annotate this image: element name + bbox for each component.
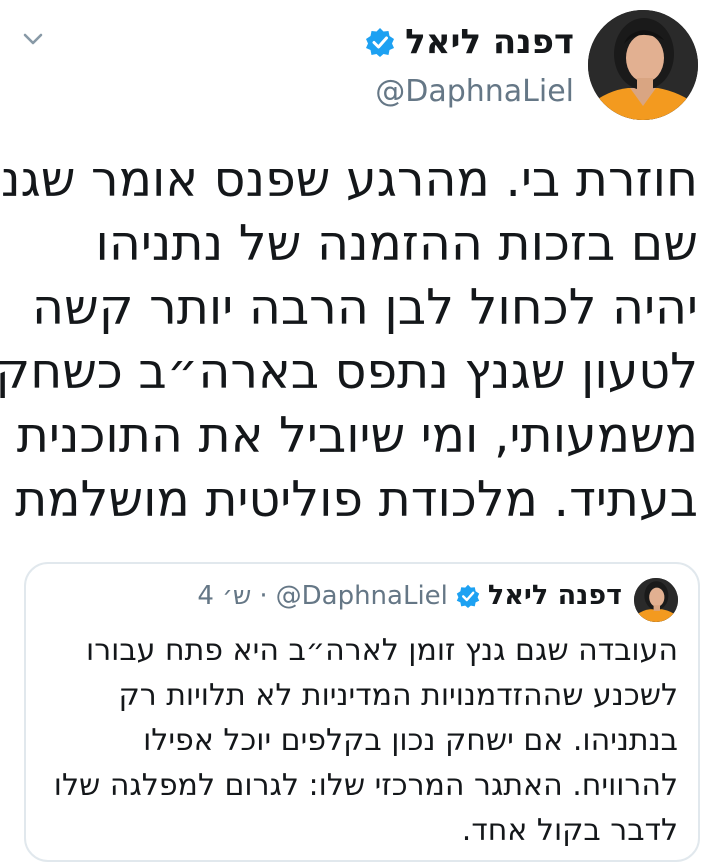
quoted-tweet[interactable]: 4 ש׳ · @DaphnaLiel דפנה ליאל העובדה שגם … [24,562,700,862]
quoted-text-line: העובדה שגם גנץ זומן לארה״ב היא פתח עבורו [86,633,678,668]
quoted-text-line: בנתניהו. אם ישחק נכון בקלפים יוכל אפילו [143,723,678,758]
verified-badge-icon [365,27,395,57]
tweet-text-line: משמעותי, ומי שיוביל את התוכנית [16,407,698,464]
tweet-text-line: חוזרת בי. מהרגע שפנס אומר שגנץ [0,151,698,208]
quoted-avatar [634,578,678,622]
avatar[interactable] [588,10,698,120]
quoted-text-line: להרוויח. האתגר המרכזי שלו: לגרום למפלגה … [53,768,678,803]
tweet-text-line: לטעון שגנץ נתפס בארה״ב כשחקן [0,343,698,400]
quoted-separator: · [259,580,268,611]
quoted-header: 4 ש׳ · @DaphnaLiel דפנה ליאל [197,580,622,611]
tweet-text: חוזרת בי. מהרגע שפנס אומר שגנץ שם בזכות … [0,148,698,532]
quoted-display-name: דפנה ליאל [487,580,622,611]
quoted-text-line: לדבר בקול אחד. [461,813,678,848]
tweet-text-line: יהיה לכחול לבן הרבה יותר קשה [32,279,698,336]
author-name-row[interactable]: דפנה ליאל [365,22,574,62]
quoted-text: העובדה שגם גנץ זומן לארה״ב היא פתח עבורו… [44,628,678,853]
tweet-text-line: שם בזכות ההזמנה של נתניהו [95,215,698,272]
verified-badge-icon [456,584,480,608]
tweet-text-line: בעתיד. מלכודת פוליטית מושלמת [15,471,698,528]
quoted-text-line: לשכנע שההזדמנויות המדיניות לא תלויות רק [118,678,678,713]
quoted-handle: @DaphnaLiel [275,580,448,611]
author-display-name: דפנה ליאל [405,22,574,62]
tweet-card: דפנה ליאל @DaphnaLiel חוזרת בי. מהרגע שפ… [0,0,720,862]
author-handle[interactable]: @DaphnaLiel [375,74,574,110]
quoted-time: 4 ש׳ [197,580,252,611]
chevron-down-icon[interactable] [22,28,44,50]
